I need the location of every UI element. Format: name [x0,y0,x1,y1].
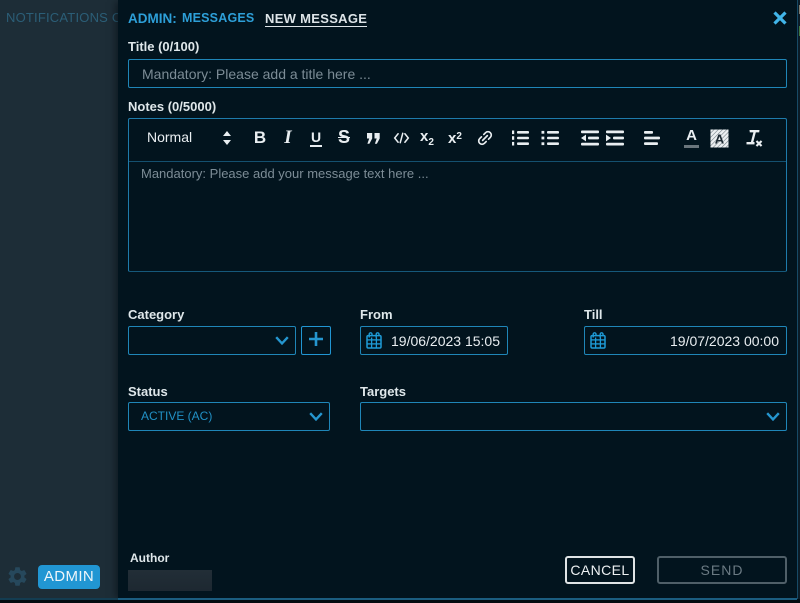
svg-text:A: A [715,132,725,147]
